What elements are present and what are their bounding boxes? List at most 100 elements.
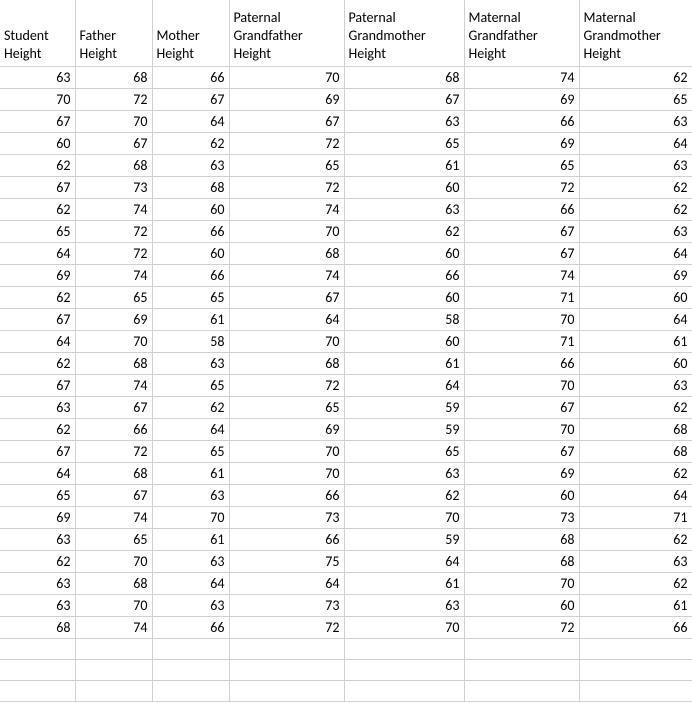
cell[interactable]: 67 [464,220,579,242]
spreadsheet-view[interactable]: Student Height Father Height Mother Heig… [0,0,692,703]
cell[interactable]: 65 [152,374,229,396]
cell[interactable]: 60 [579,352,692,374]
cell[interactable]: 65 [464,154,579,176]
cell[interactable]: 62 [0,550,75,572]
cell[interactable]: 67 [344,88,464,110]
cell[interactable]: 64 [229,572,344,594]
cell[interactable]: 72 [229,616,344,638]
cell[interactable]: 69 [464,88,579,110]
cell[interactable]: 74 [75,198,152,220]
cell[interactable]: 63 [344,110,464,132]
cell[interactable]: 72 [75,440,152,462]
cell[interactable]: 64 [579,484,692,506]
cell[interactable]: 65 [344,440,464,462]
cell[interactable]: 59 [344,418,464,440]
cell[interactable]: 70 [75,330,152,352]
cell[interactable]: 72 [75,220,152,242]
cell[interactable]: 67 [0,440,75,462]
cell[interactable]: 61 [579,594,692,616]
cell[interactable]: 68 [75,154,152,176]
cell[interactable]: 62 [0,198,75,220]
cell[interactable]: 61 [152,528,229,550]
empty-cell[interactable] [229,638,344,659]
empty-cell[interactable] [344,638,464,659]
cell[interactable]: 63 [579,374,692,396]
cell[interactable]: 68 [152,176,229,198]
cell[interactable]: 60 [152,242,229,264]
cell[interactable]: 74 [75,264,152,286]
cell[interactable]: 67 [464,242,579,264]
cell[interactable]: 66 [344,264,464,286]
cell[interactable]: 72 [464,176,579,198]
cell[interactable]: 62 [579,462,692,484]
cell[interactable]: 63 [0,396,75,418]
cell[interactable]: 62 [152,132,229,154]
cell[interactable]: 70 [75,594,152,616]
cell[interactable]: 59 [344,396,464,418]
cell[interactable]: 64 [579,308,692,330]
col-header-mother-height[interactable]: Mother Height [152,0,229,66]
empty-cell[interactable] [0,659,75,680]
cell[interactable]: 64 [344,374,464,396]
cell[interactable]: 63 [0,572,75,594]
cell[interactable]: 60 [344,330,464,352]
cell[interactable]: 65 [0,220,75,242]
cell[interactable]: 74 [464,264,579,286]
cell[interactable]: 72 [229,176,344,198]
cell[interactable]: 62 [344,220,464,242]
cell[interactable]: 64 [0,242,75,264]
empty-cell[interactable] [344,659,464,680]
cell[interactable]: 65 [229,154,344,176]
cell[interactable]: 72 [229,374,344,396]
cell[interactable]: 61 [152,308,229,330]
cell[interactable]: 60 [0,132,75,154]
empty-cell[interactable] [75,638,152,659]
cell[interactable]: 60 [344,176,464,198]
cell[interactable]: 60 [464,484,579,506]
cell[interactable]: 60 [464,594,579,616]
cell[interactable]: 67 [152,88,229,110]
cell[interactable]: 61 [152,462,229,484]
cell[interactable]: 69 [579,264,692,286]
cell[interactable]: 63 [152,352,229,374]
cell[interactable]: 61 [579,330,692,352]
cell[interactable]: 58 [152,330,229,352]
cell[interactable]: 65 [344,132,464,154]
cell[interactable]: 70 [464,308,579,330]
cell[interactable]: 68 [229,352,344,374]
empty-cell[interactable] [229,659,344,680]
empty-cell[interactable] [75,680,152,701]
cell[interactable]: 63 [579,550,692,572]
cell[interactable]: 66 [229,528,344,550]
cell[interactable]: 68 [579,440,692,462]
empty-cell[interactable] [152,638,229,659]
cell[interactable]: 74 [75,616,152,638]
cell[interactable]: 62 [0,352,75,374]
cell[interactable]: 70 [464,374,579,396]
cell[interactable]: 67 [464,440,579,462]
cell[interactable]: 69 [0,506,75,528]
cell[interactable]: 62 [579,396,692,418]
empty-cell[interactable] [344,680,464,701]
empty-cell[interactable] [0,638,75,659]
cell[interactable]: 75 [229,550,344,572]
cell[interactable]: 67 [75,484,152,506]
cell[interactable]: 62 [579,528,692,550]
cell[interactable]: 72 [464,616,579,638]
cell[interactable]: 72 [75,88,152,110]
cell[interactable]: 64 [152,572,229,594]
cell[interactable]: 65 [152,286,229,308]
col-header-maternal-grandmother[interactable]: Maternal Grandmother Height [579,0,692,66]
cell[interactable]: 63 [344,198,464,220]
cell[interactable]: 70 [229,330,344,352]
empty-cell[interactable] [75,659,152,680]
cell[interactable]: 63 [579,154,692,176]
cell[interactable]: 63 [344,462,464,484]
cell[interactable]: 64 [229,308,344,330]
cell[interactable]: 66 [152,220,229,242]
cell[interactable]: 66 [152,616,229,638]
cell[interactable]: 62 [0,154,75,176]
cell[interactable]: 65 [152,440,229,462]
cell[interactable]: 66 [75,418,152,440]
cell[interactable]: 69 [75,308,152,330]
